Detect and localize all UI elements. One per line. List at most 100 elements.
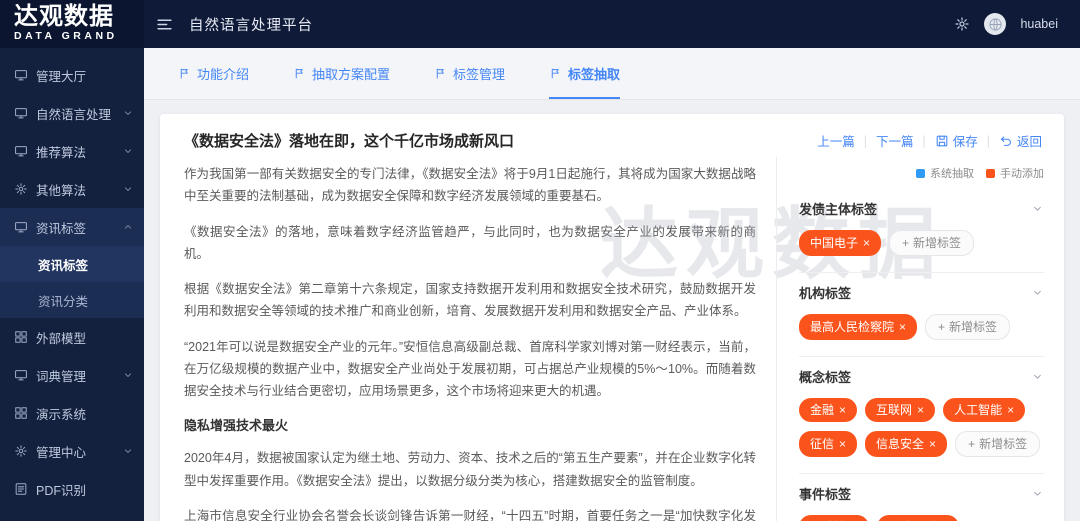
tag-pill[interactable]: 互联网× [865,398,935,422]
article-body: 作为我国第一部有关数据安全的专门法律，《数据安全法》将于9月1日起施行，其将成为… [160,157,776,521]
card-header: 《数据安全法》落地在即，这个千亿市场成新风口 上一篇 | 下一篇 | 保存 | … [160,114,1064,157]
article-actions: 上一篇 | 下一篇 | 保存 | 返回 [817,131,1042,150]
tag-pill[interactable]: 金融× [799,398,857,422]
tag-section-header[interactable]: 发债主体标签 [799,195,1044,230]
sidebar-item-9[interactable]: PDF识别 [0,470,144,508]
article-title: 《数据安全法》落地在即，这个千亿市场成新风口 [184,130,514,151]
sidebar-subitem-4-1[interactable]: 资讯分类 [0,282,144,318]
tag-pill[interactable]: 最高人民检察院× [799,314,917,340]
username[interactable]: huabei [1020,17,1058,31]
card-body: 作为我国第一部有关数据安全的专门法律，《数据安全法》将于9月1日起施行，其将成为… [160,157,1064,521]
monitor-icon [14,144,28,158]
back-button[interactable]: 返回 [999,131,1042,150]
sidebar-item-1[interactable]: 自然语言处理 [0,94,144,132]
tag-pill[interactable]: 信息安全× [865,431,947,457]
tag-list: 中国电子× +新增标签 [799,230,1044,262]
sidebar-item-2[interactable]: 推荐算法 [0,132,144,170]
remove-tag-icon[interactable]: × [839,438,846,450]
separator: | [922,134,925,148]
sidebar-item-5[interactable]: 外部模型 [0,318,144,356]
tag-list: 云计算×人脸识别×技术创新×供给侧×区块链×人工智能×物联网×+新增标签 [799,515,1044,521]
flag-icon [549,67,562,80]
page-title: 自然语言处理平台 [189,14,313,35]
legend-item: 手动添加 [986,165,1044,181]
monitor-icon [14,220,28,234]
tag-section-header[interactable]: 机构标签 [799,279,1044,314]
tag-section-header[interactable]: 概念标签 [799,363,1044,398]
doc-icon [14,482,28,496]
tab-2[interactable]: 标签管理 [434,64,505,99]
app-root: 达观数据 DATA GRAND 自然语言处理平台 huabei 管理大厅自然语言… [0,0,1080,521]
legend: 系统抽取手动添加 [799,165,1044,181]
article-paragraph: 《数据安全法》的落地，意味着数字经济监管趋严，与此同时，也为数据安全产业的发展带… [184,221,756,266]
add-tag-button[interactable]: +新增标签 [925,314,1010,340]
sidebar-item-4[interactable]: 资讯标签 [0,208,144,246]
brand-logo[interactable]: 达观数据 DATA GRAND [0,0,144,48]
next-article-button[interactable]: 下一篇 [876,131,914,150]
remove-tag-icon[interactable]: × [839,404,846,416]
tag-pill[interactable]: 中国电子× [799,230,881,256]
plus-icon: + [938,320,945,334]
save-icon [935,134,949,148]
sidebar-subitem-4-0[interactable]: 资讯标签 [0,246,144,282]
prev-article-button[interactable]: 上一篇 [817,131,855,150]
remove-tag-icon[interactable]: × [863,237,870,249]
add-tag-button[interactable]: +新增标签 [955,431,1040,457]
article-paragraph: “2021年可以说是数据安全产业的元年。”安恒信息高级副总裁、首席科学家刘博对第… [184,336,756,403]
chevron-down-icon [122,145,134,157]
monitor-icon [14,106,28,120]
remove-tag-icon[interactable]: × [917,404,924,416]
article-subheading: 隐私增强技术最火 [184,415,756,434]
remove-tag-icon[interactable]: × [899,321,906,333]
separator: | [864,134,867,148]
monitor-icon [14,368,28,382]
sidebar-item-0[interactable]: 管理大厅 [0,56,144,94]
sidebar-collapse-icon[interactable] [156,16,173,33]
chevron-down-icon [122,183,134,195]
flag-icon [178,67,191,80]
sidebar-item-8[interactable]: 管理中心 [0,432,144,470]
sidebar-item-3[interactable]: 其他算法 [0,170,144,208]
tab-3[interactable]: 标签抽取 [549,64,620,99]
tag-pill[interactable]: 征信× [799,431,857,457]
chevron-down-icon [122,369,134,381]
article-paragraph: 作为我国第一部有关数据安全的专门法律，《数据安全法》将于9月1日起施行，其将成为… [184,163,756,208]
chevron-down-icon [1031,487,1044,500]
tab-0[interactable]: 功能介绍 [178,64,249,99]
chevron-up-icon [122,221,134,233]
add-tag-button[interactable]: +新增标签 [889,230,974,256]
chevron-down-icon [122,445,134,457]
legend-item: 系统抽取 [916,165,974,181]
article-paragraph: 上海市信息安全行业协会名誉会长谈剑锋告诉第一财经，“十四五”时期，首要任务之一是… [184,505,756,521]
monitor-icon [14,68,28,82]
tag-section-0: 发债主体标签中国电子× +新增标签 [799,189,1044,273]
chevron-down-icon [1031,286,1044,299]
article-paragraph: 根据《数据安全法》第二章第十六条规定，国家支持数据开发利用和数据安全技术研究，鼓… [184,278,756,323]
save-button[interactable]: 保存 [935,131,978,150]
user-avatar[interactable] [984,13,1006,35]
tab-1[interactable]: 抽取方案配置 [293,64,390,99]
flag-icon [293,67,306,80]
tag-section-header[interactable]: 事件标签 [799,480,1044,515]
tag-pill[interactable]: 云计算× [799,515,869,521]
remove-tag-icon[interactable]: × [929,438,936,450]
tab-bar: 功能介绍 抽取方案配置 标签管理 标签抽取 [144,48,1080,100]
tag-section-2: 概念标签金融× 互联网× 人工智能× 征信× 信息安全× +新增标签 [799,357,1044,474]
plus-icon: + [968,437,975,451]
gear-icon [14,444,28,458]
remove-tag-icon[interactable]: × [1007,404,1014,416]
sidebar-item-10[interactable]: 样本反馈 [0,508,144,521]
tag-pill[interactable]: 人脸识别× [877,515,959,521]
back-icon [999,134,1013,148]
legend-swatch [916,169,925,178]
flag-icon [434,67,447,80]
separator: | [987,134,990,148]
content-card: 达观数据 《数据安全法》落地在即，这个千亿市场成新风口 上一篇 | 下一篇 | … [160,114,1064,521]
main-area: 功能介绍 抽取方案配置 标签管理 标签抽取 达观数据 《数据安全法》落地在即，这个千亿… [144,48,1080,521]
sidebar-item-7[interactable]: 演示系统 [0,394,144,432]
settings-gear-icon[interactable] [954,16,970,32]
topbar-right: huabei [954,13,1080,35]
tag-pill[interactable]: 人工智能× [943,398,1025,422]
tag-list: 金融× 互联网× 人工智能× 征信× 信息安全× +新增标签 [799,398,1044,463]
sidebar-item-6[interactable]: 词典管理 [0,356,144,394]
